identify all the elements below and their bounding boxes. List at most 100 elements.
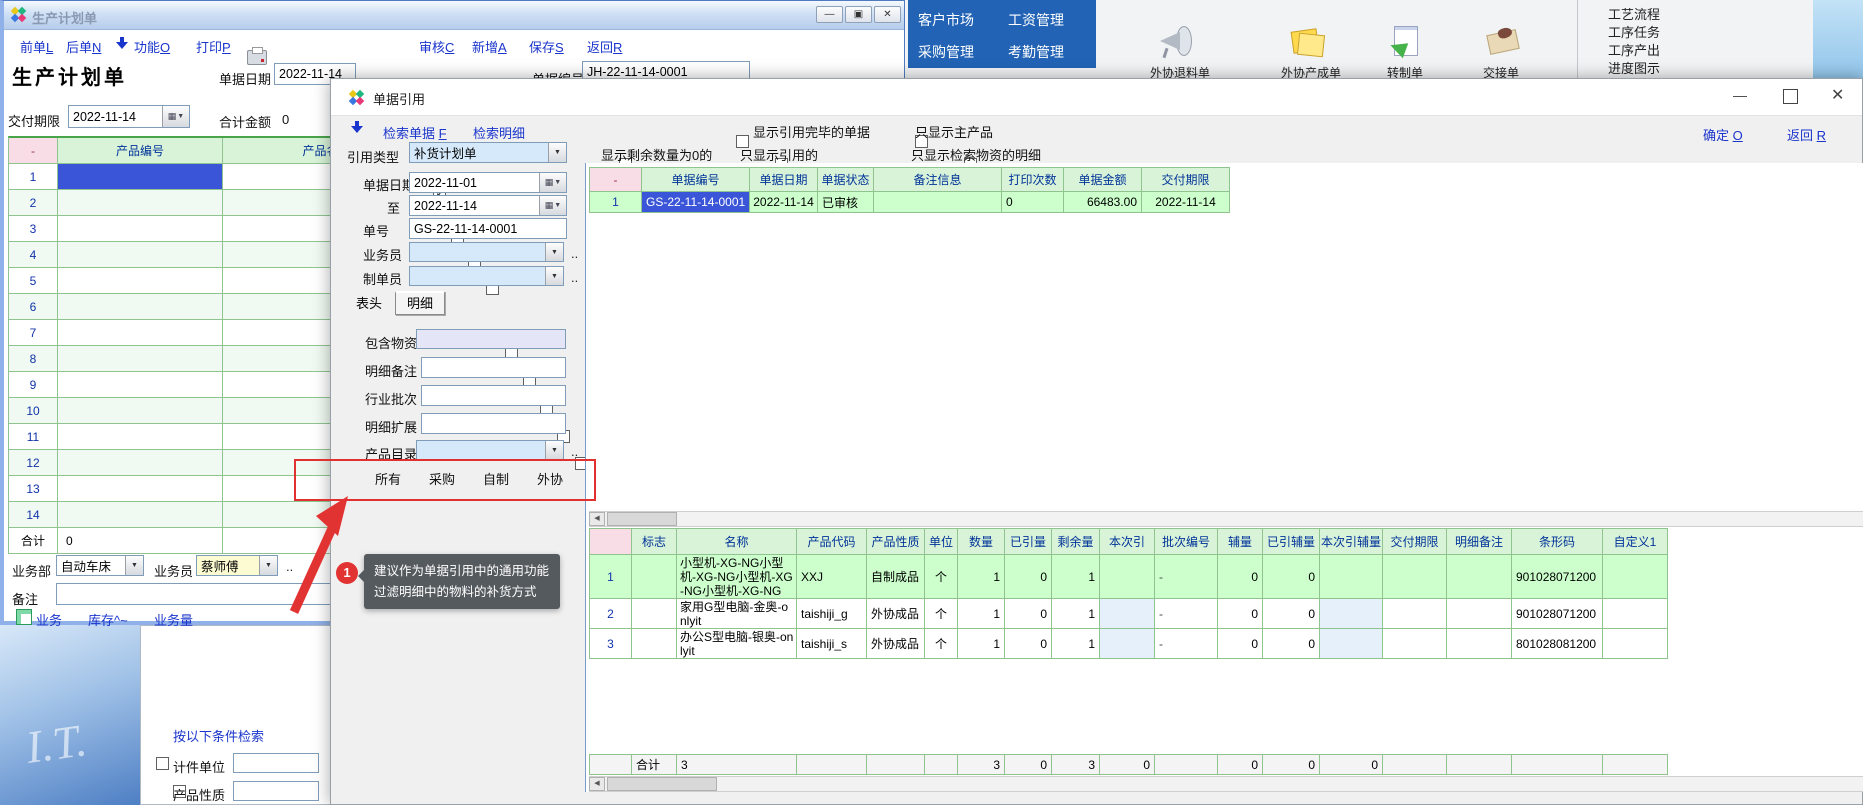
menu-item-progress-chart[interactable]: 进度图示 bbox=[1608, 58, 1660, 77]
table-cell[interactable]: 产品编号 bbox=[58, 138, 223, 164]
scroll-left-icon[interactable]: ◀ bbox=[589, 512, 605, 526]
table-cell[interactable]: 0 bbox=[1005, 629, 1052, 659]
search-details-button[interactable]: 检索明细 bbox=[473, 123, 525, 142]
table-cell[interactable]: 本次引 bbox=[1100, 529, 1155, 555]
table-cell[interactable]: 10 bbox=[9, 398, 58, 424]
search-docs-button[interactable]: 检索单据 F bbox=[383, 123, 447, 142]
table-cell[interactable]: 0 bbox=[1218, 555, 1263, 599]
table-cell[interactable]: 条形码 bbox=[1512, 529, 1603, 555]
table-cell[interactable]: 标志 bbox=[632, 529, 677, 555]
menu-item-process-output[interactable]: 工序产出 bbox=[1608, 40, 1660, 59]
table-cell[interactable] bbox=[58, 424, 223, 450]
table-cell[interactable]: 个 bbox=[925, 599, 958, 629]
table-cell[interactable] bbox=[1320, 599, 1383, 629]
table-cell[interactable] bbox=[1447, 755, 1512, 775]
industry-batch-input[interactable] bbox=[421, 385, 566, 406]
table-cell[interactable]: 3 bbox=[1052, 755, 1100, 775]
table-cell[interactable]: - bbox=[9, 138, 58, 164]
table-cell[interactable]: 1 bbox=[958, 555, 1005, 599]
table-cell[interactable] bbox=[632, 629, 677, 659]
table-cell[interactable]: - bbox=[1155, 555, 1218, 599]
scrollbar-thumb[interactable] bbox=[607, 777, 717, 791]
table-cell[interactable]: 本次引辅量 bbox=[1320, 529, 1383, 555]
dialog-close-icon[interactable]: ✕ bbox=[1831, 85, 1844, 105]
table-cell[interactable]: 2 bbox=[590, 599, 632, 629]
table-cell[interactable]: 0 bbox=[58, 528, 223, 554]
table-cell[interactable] bbox=[1383, 629, 1447, 659]
table-cell[interactable]: taishiji_g bbox=[797, 599, 867, 629]
dialog-titlebar[interactable]: 单据引用 — ✕ bbox=[331, 79, 1862, 116]
table-cell[interactable]: 9 bbox=[9, 372, 58, 398]
table-cell[interactable]: 4 bbox=[9, 242, 58, 268]
table-cell[interactable] bbox=[58, 450, 223, 476]
table-cell[interactable] bbox=[58, 242, 223, 268]
table-cell[interactable]: 0 bbox=[1005, 599, 1052, 629]
function-button[interactable]: 功能O bbox=[134, 37, 170, 56]
handover-doc-icon[interactable] bbox=[1484, 24, 1522, 60]
catalog-select[interactable]: ▼ bbox=[416, 440, 564, 460]
table-cell[interactable]: 1 bbox=[1052, 629, 1100, 659]
print-button[interactable]: 打印P bbox=[196, 37, 231, 56]
table-cell[interactable]: 3 bbox=[9, 216, 58, 242]
table-row[interactable]: 1小型机-XG-NG小型机-XG-NG小型机-XG-NG小型机-XG-NGXXJ… bbox=[590, 555, 1668, 599]
table-cell[interactable]: 辅量 bbox=[1218, 529, 1263, 555]
table-cell[interactable]: 自制成品 bbox=[867, 555, 925, 599]
table-cell[interactable]: 0 bbox=[1218, 629, 1263, 659]
prev-doc-button[interactable]: 前单L bbox=[20, 37, 53, 56]
doc-table-row[interactable]: 1 GS-22-11-14-0001 2022-11-14 已审核 0 6648… bbox=[590, 192, 1230, 213]
table-cell[interactable]: 7 bbox=[9, 320, 58, 346]
table-cell[interactable] bbox=[632, 555, 677, 599]
table-cell[interactable]: 合计 bbox=[9, 528, 58, 554]
table-cell[interactable]: 14 bbox=[9, 502, 58, 528]
menu-item-purchase[interactable]: 采购管理 bbox=[918, 42, 974, 62]
table-cell[interactable]: 1 bbox=[9, 164, 58, 190]
table-cell[interactable]: 13 bbox=[9, 476, 58, 502]
detail-expand-input[interactable] bbox=[421, 413, 566, 434]
table-cell[interactable] bbox=[1603, 599, 1668, 629]
table-cell[interactable] bbox=[58, 294, 223, 320]
table-cell[interactable] bbox=[58, 216, 223, 242]
transfer-doc-icon[interactable] bbox=[1388, 24, 1426, 60]
table-cell[interactable] bbox=[632, 599, 677, 629]
salesman-select[interactable]: 蔡师傅▼ bbox=[196, 555, 278, 576]
menu-item-process-task[interactable]: 工序任务 bbox=[1608, 22, 1660, 41]
table-cell[interactable]: 11 bbox=[9, 424, 58, 450]
save-button[interactable]: 保存S bbox=[529, 37, 564, 56]
back-button[interactable]: 返回R bbox=[587, 37, 622, 56]
table-row[interactable]: 3办公S型电脑-银奥-onlyittaishiji_s外协成品个101-0080… bbox=[590, 629, 1668, 659]
table-cell[interactable]: 家用G型电脑-金奥-onlyit bbox=[677, 599, 797, 629]
table-cell[interactable]: 3 bbox=[958, 755, 1005, 775]
piece-unit-checkbox[interactable] bbox=[156, 757, 169, 770]
audit-button[interactable]: 审核C bbox=[419, 37, 454, 56]
table-cell[interactable]: 外协成品 bbox=[867, 629, 925, 659]
table-cell[interactable] bbox=[1512, 755, 1603, 775]
maker-more-button[interactable]: .. bbox=[571, 270, 578, 285]
table-cell[interactable]: 小型机-XG-NG小型机-XG-NG小型机-XG-NG小型机-XG-NG bbox=[677, 555, 797, 599]
menu-item-attendance[interactable]: 考勤管理 bbox=[1008, 42, 1064, 62]
table-cell[interactable]: 合计 bbox=[632, 755, 677, 775]
table-cell[interactable] bbox=[1100, 555, 1155, 599]
table-cell[interactable]: 0 bbox=[1218, 755, 1263, 775]
scroll-left-icon[interactable]: ◀ bbox=[589, 777, 605, 791]
table-cell[interactable]: 1 bbox=[1052, 599, 1100, 629]
table-cell[interactable] bbox=[1383, 755, 1447, 775]
tab-detail[interactable]: 明细 bbox=[395, 291, 445, 315]
doc-table-hscrollbar[interactable]: ◀ bbox=[589, 511, 1863, 527]
scrollbar-thumb[interactable] bbox=[607, 512, 677, 526]
table-cell[interactable]: 0 bbox=[1320, 755, 1383, 775]
dialog-doc-no-input[interactable]: GS-22-11-14-0001 bbox=[409, 218, 567, 239]
table-cell[interactable]: 已引量 bbox=[1005, 529, 1052, 555]
piece-unit-input[interactable] bbox=[233, 753, 319, 773]
table-cell[interactable] bbox=[1383, 599, 1447, 629]
dialog-down-arrow-icon[interactable] bbox=[351, 121, 364, 134]
table-cell[interactable]: 单位 bbox=[925, 529, 958, 555]
salesman-more-button[interactable]: .. bbox=[571, 246, 578, 261]
date-from-input[interactable]: 2022-11-01▦▼ bbox=[409, 172, 567, 193]
table-cell[interactable]: 5 bbox=[9, 268, 58, 294]
table-cell[interactable]: 1 bbox=[1052, 555, 1100, 599]
table-cell[interactable]: 3 bbox=[677, 755, 797, 775]
table-cell[interactable] bbox=[867, 755, 925, 775]
table-cell[interactable]: 0 bbox=[1263, 629, 1320, 659]
table-cell[interactable] bbox=[58, 372, 223, 398]
table-cell[interactable] bbox=[1100, 599, 1155, 629]
